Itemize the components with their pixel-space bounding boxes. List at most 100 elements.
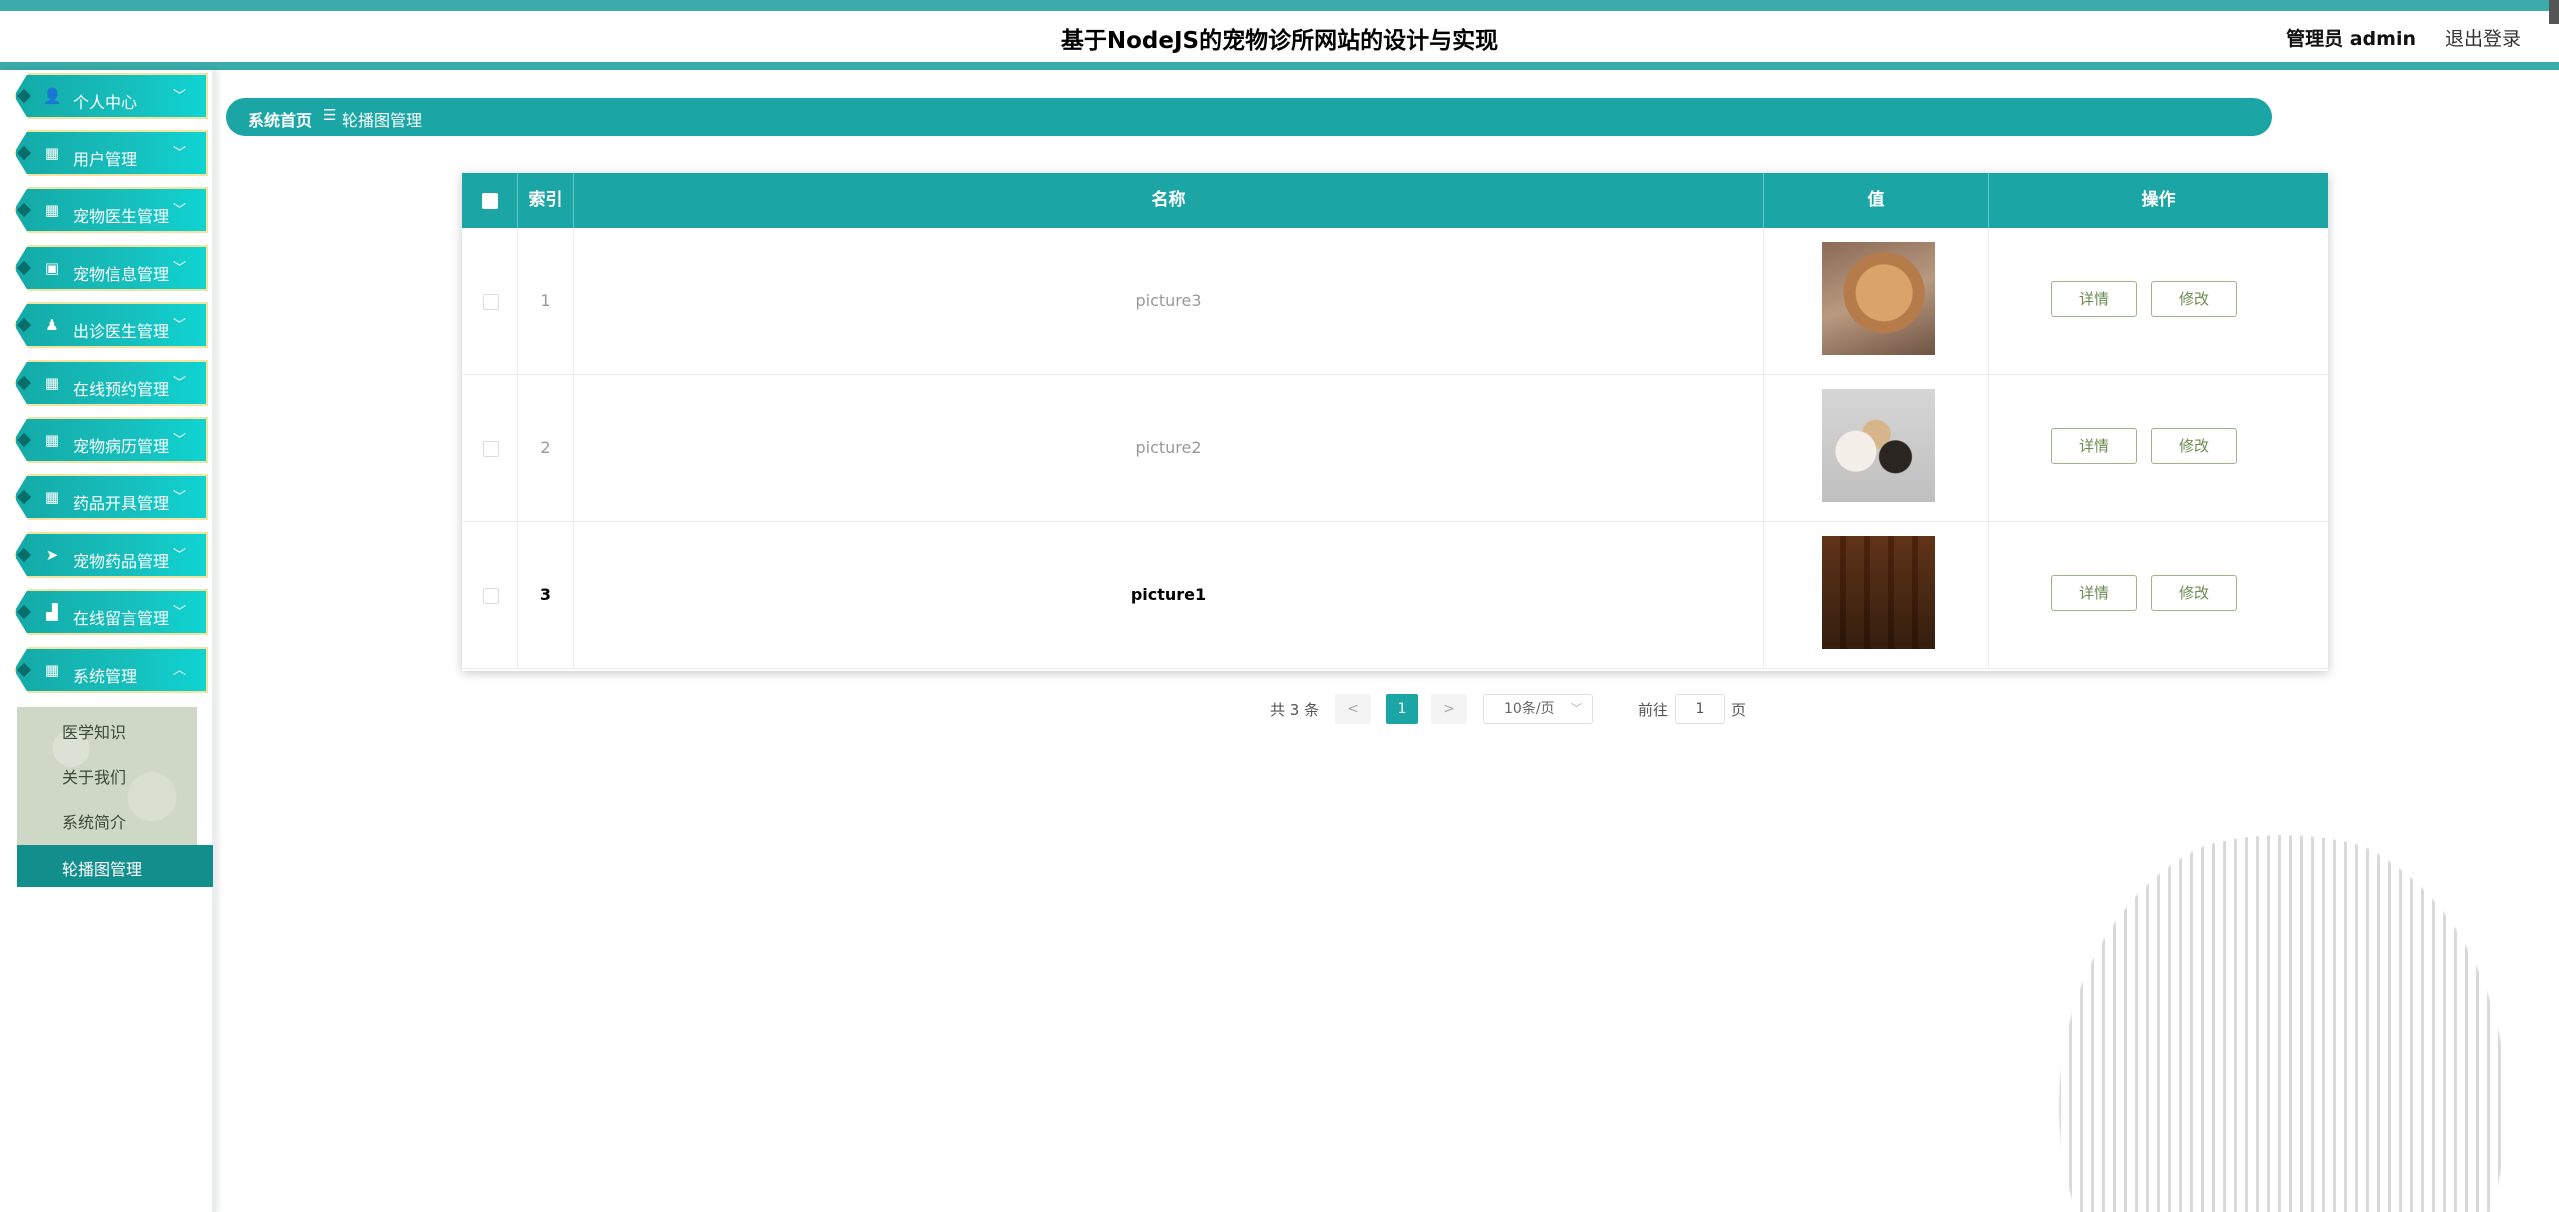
sidebar-item-label: 系统管理	[73, 667, 138, 686]
chevron-down-icon: ﹀	[172, 548, 186, 563]
detail-button[interactable]: 详情	[2051, 281, 2137, 317]
menu-nub	[16, 432, 32, 448]
row-select-cell	[462, 375, 518, 521]
chevron-down-icon: ﹀	[172, 203, 186, 218]
menu-nub	[16, 375, 32, 391]
goto-suffix: 页	[1731, 701, 1747, 719]
goto-page-input[interactable]	[1675, 694, 1725, 724]
carousel-image-thumbnail[interactable]	[1822, 242, 1935, 355]
grid-icon: ▦	[44, 488, 60, 506]
submenu-item-medical-knowledge[interactable]: 医学知识	[62, 719, 126, 743]
row-actions-cell: 详情 修改	[1989, 228, 2328, 374]
menu-nub	[16, 662, 32, 678]
breadcrumb-current: 轮播图管理	[342, 111, 423, 130]
column-header-name: 名称	[574, 173, 1764, 228]
chevron-down-icon: ﹀	[172, 146, 186, 161]
edit-button[interactable]: 修改	[2151, 428, 2237, 464]
row-select-cell	[462, 522, 518, 668]
grid-icon: ▦	[44, 661, 60, 679]
grid-icon: ▦	[44, 201, 60, 219]
row-checkbox[interactable]	[483, 294, 499, 310]
factory-icon: ▟	[46, 603, 58, 621]
edit-button[interactable]: 修改	[2151, 281, 2237, 317]
sidebar-item-system-management[interactable]: ▦ 系统管理 ︿	[14, 647, 208, 693]
sidebar-item-label: 出诊医生管理	[73, 322, 170, 341]
submenu-item-label: 轮播图管理	[62, 860, 143, 879]
stamp-icon: ♟	[45, 316, 59, 334]
sidebar-item-label: 宠物药品管理	[73, 552, 170, 571]
chevron-down-icon: ﹀	[172, 490, 186, 505]
breadcrumb-home-link[interactable]: 系统首页	[248, 107, 312, 131]
sidebar-item-doctor-management[interactable]: ▦ 宠物医生管理 ﹀	[14, 187, 208, 233]
user-icon: 👤	[43, 87, 62, 105]
sidebar-item-label: 用户管理	[73, 150, 138, 169]
detail-button[interactable]: 详情	[2051, 575, 2137, 611]
breadcrumb: 系统首页 ☰ 轮播图管理	[226, 98, 2272, 136]
carousel-image-thumbnail[interactable]	[1822, 389, 1935, 502]
sidebar-item-appointment-management[interactable]: ▦ 在线预约管理 ﹀	[14, 360, 208, 406]
breadcrumb-separator-icon: ☰	[323, 106, 337, 124]
sidebar-item-user-management[interactable]: ▦ 用户管理 ﹀	[14, 130, 208, 176]
table-row: 1 picture3 详情 修改	[462, 228, 2328, 375]
grid-icon: ▦	[44, 374, 60, 392]
sidebar-item-medicine-management[interactable]: ➤ 宠物药品管理 ﹀	[14, 532, 208, 578]
grid-icon: ▦	[44, 144, 60, 162]
pagination-total: 共 3 条	[1270, 701, 1320, 719]
column-header-value: 值	[1764, 173, 1989, 228]
grid-icon: ▦	[44, 431, 60, 449]
sidebar-item-personal-center[interactable]: 👤 个人中心 ﹀	[14, 73, 208, 119]
submenu-item-system-intro[interactable]: 系统简介	[62, 809, 126, 833]
row-index: 3	[518, 522, 574, 668]
chevron-down-icon: ﹀	[172, 318, 186, 333]
page-size-select[interactable]: 10条/页 ﹀	[1483, 694, 1593, 724]
menu-nub	[16, 604, 32, 620]
menu-nub	[16, 547, 32, 563]
chevron-up-icon: ︿	[172, 663, 186, 678]
sidebar-item-pet-info-management[interactable]: ▣ 宠物信息管理 ﹀	[14, 245, 208, 291]
page-size-value: 10条/页	[1504, 701, 1555, 717]
chevron-down-icon: ﹀	[172, 605, 186, 620]
row-actions-cell: 详情 修改	[1989, 375, 2328, 521]
pagination-next-button[interactable]: >	[1431, 694, 1467, 724]
send-icon: ➤	[45, 546, 59, 564]
striped-decoration	[2058, 835, 2508, 1212]
row-select-cell	[462, 228, 518, 374]
pagination-prev-button[interactable]: <	[1335, 694, 1371, 724]
sidebar-item-label: 宠物医生管理	[73, 207, 170, 226]
top-header: 基于NodeJS的宠物诊所网站的设计与实现 管理员 admin 退出登录	[0, 0, 2559, 70]
chevron-down-icon: ﹀	[172, 261, 186, 276]
row-name: picture2	[574, 375, 1764, 521]
sidebar-item-medical-record-management[interactable]: ▦ 宠物病历管理 ﹀	[14, 417, 208, 463]
system-submenu: 医学知识 关于我们 系统简介	[17, 707, 197, 845]
table-row: 2 picture2 详情 修改	[462, 375, 2328, 522]
goto-label: 前往	[1638, 701, 1669, 719]
menu-nub	[16, 260, 32, 276]
chevron-down-icon: ﹀	[172, 433, 186, 448]
submenu-item-carousel-management[interactable]: 轮播图管理	[17, 845, 213, 887]
column-header-index: 索引	[518, 173, 574, 228]
edit-button[interactable]: 修改	[2151, 575, 2237, 611]
carousel-image-thumbnail[interactable]	[1822, 536, 1935, 649]
site-title: 基于NodeJS的宠物诊所网站的设计与实现	[1060, 28, 1499, 54]
pagination-page-1[interactable]: 1	[1386, 694, 1418, 724]
sidebar-item-message-management[interactable]: ▟ 在线留言管理 ﹀	[14, 589, 208, 635]
briefcase-icon: ▣	[44, 259, 60, 277]
submenu-item-about-us[interactable]: 关于我们	[62, 764, 126, 788]
sidebar-item-label: 在线预约管理	[73, 380, 170, 399]
row-index: 2	[518, 375, 574, 521]
select-all-checkbox[interactable]	[482, 193, 498, 209]
detail-button[interactable]: 详情	[2051, 428, 2137, 464]
menu-nub	[16, 202, 32, 218]
menu-nub	[16, 88, 32, 104]
carousel-table: 索引 名称 值 操作 1 picture3 详情 修改 2 picture2 详…	[462, 173, 2328, 671]
row-checkbox[interactable]	[483, 441, 499, 457]
sidebar-item-visiting-doctor-management[interactable]: ♟ 出诊医生管理 ﹀	[14, 302, 208, 348]
sidebar-item-label: 个人中心	[73, 93, 138, 112]
logout-link[interactable]: 退出登录	[2445, 24, 2521, 51]
row-checkbox[interactable]	[483, 588, 499, 604]
corner-tab	[2549, 0, 2559, 24]
table-header: 索引 名称 值 操作	[462, 173, 2328, 228]
sidebar-item-prescription-management[interactable]: ▦ 药品开具管理 ﹀	[14, 474, 208, 520]
sidebar-item-label: 宠物信息管理	[73, 265, 170, 284]
sidebar-item-label: 药品开具管理	[73, 494, 170, 513]
